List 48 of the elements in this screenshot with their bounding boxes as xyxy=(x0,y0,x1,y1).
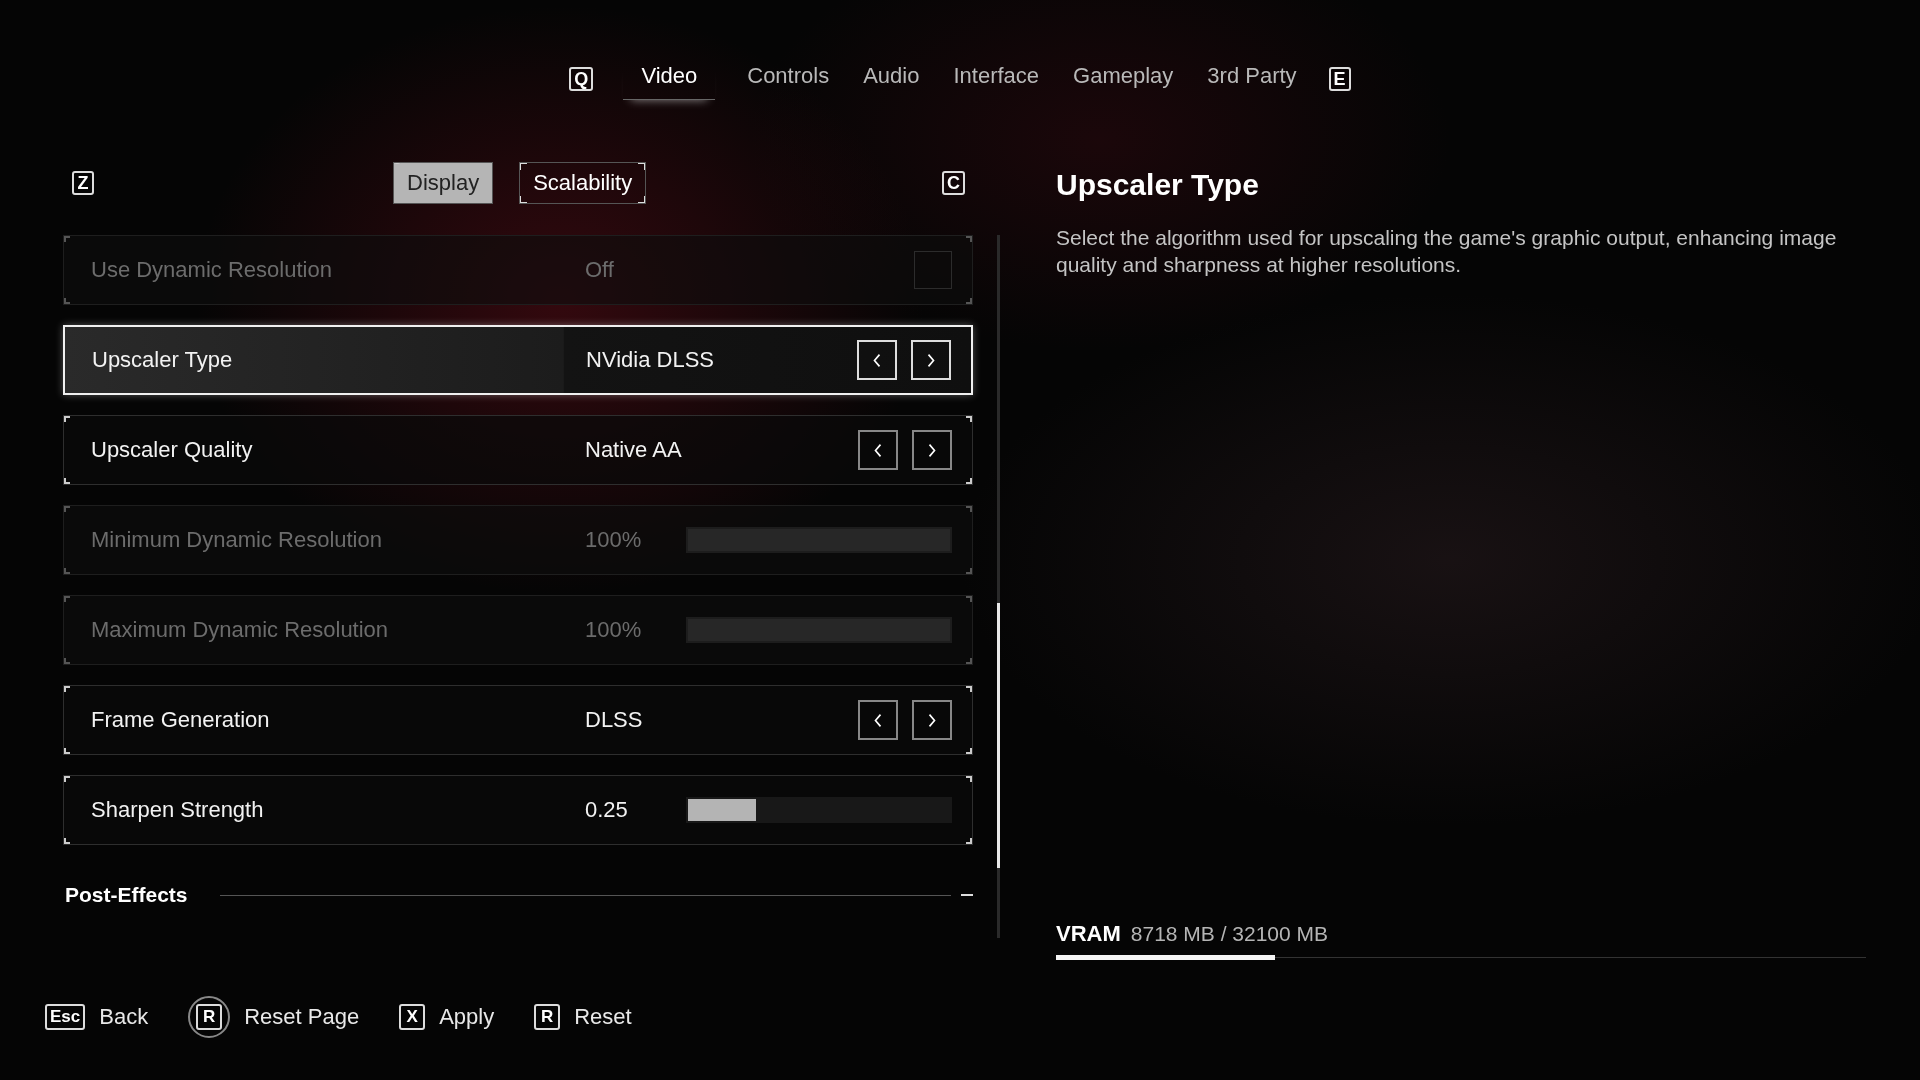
setting-label: Use Dynamic Resolution xyxy=(91,257,333,283)
setting-value: NVidia DLSS xyxy=(586,347,714,373)
setting-label: Maximum Dynamic Resolution xyxy=(91,617,390,643)
setting-label: Upscaler Quality xyxy=(91,437,254,463)
key-hint[interactable]: C xyxy=(942,171,965,195)
detail-title: Upscaler Type xyxy=(1056,168,1260,202)
key-hint[interactable]: X xyxy=(399,1004,426,1030)
setting-value: 100% xyxy=(585,617,642,643)
key-hint[interactable]: R xyxy=(534,1004,561,1030)
setting-label: Frame Generation xyxy=(91,707,271,733)
chevron-right-icon xyxy=(926,352,936,368)
setting-value: Native AA xyxy=(585,437,682,463)
chevron-left-icon xyxy=(872,352,882,368)
key-hint[interactable]: E xyxy=(1328,67,1351,91)
vram-label: VRAM xyxy=(1056,921,1121,947)
tab[interactable]: Audio xyxy=(861,59,922,99)
chevron-left-icon xyxy=(873,442,883,458)
slider-track[interactable] xyxy=(686,797,952,823)
setting-row[interactable]: Sharpen Strength 0.25 xyxy=(63,775,973,845)
tab[interactable]: Interface xyxy=(951,59,1042,99)
tab[interactable]: Scalability xyxy=(519,162,647,204)
setting-label: Minimum Dynamic Resolution xyxy=(91,527,383,553)
setting-value: 0.25 xyxy=(585,797,628,823)
key-hint[interactable]: R xyxy=(188,996,231,1038)
hint-button[interactable]: Reset Page xyxy=(244,1004,360,1030)
hint-button[interactable]: Reset xyxy=(574,1004,632,1030)
tab[interactable]: Display xyxy=(393,162,494,204)
key-hint[interactable]: Q xyxy=(569,67,594,91)
scrollbar-thumb[interactable] xyxy=(997,603,1000,868)
detail-description: Select the algorithm used for upscaling the game's graphic output, enhancing image quality and sharpness at higher resolutions. xyxy=(1056,225,1838,278)
chevron-left-icon xyxy=(873,712,883,728)
tab[interactable]: Video xyxy=(623,58,716,100)
setting-value: 100% xyxy=(585,527,642,553)
section-title: Post-Effects xyxy=(65,883,188,907)
vram-reading: 8718 MB / 32100 MB xyxy=(1130,922,1329,946)
tab[interactable]: Gameplay xyxy=(1071,59,1176,99)
chevron-right-icon xyxy=(927,442,937,458)
setting-value: DLSS xyxy=(585,707,643,733)
setting-label: Upscaler Type xyxy=(92,347,234,373)
setting-label: Sharpen Strength xyxy=(91,797,265,823)
chevron-right-icon xyxy=(927,712,937,728)
hint-button[interactable]: Back xyxy=(99,1004,149,1030)
tab[interactable]: Controls xyxy=(745,59,832,99)
hint-button[interactable]: Apply xyxy=(439,1004,495,1030)
key-hint[interactable]: Esc xyxy=(45,1004,86,1030)
setting-value: Off xyxy=(585,257,614,283)
tab[interactable]: 3rd Party xyxy=(1205,59,1299,99)
key-hint[interactable]: Z xyxy=(72,171,94,195)
